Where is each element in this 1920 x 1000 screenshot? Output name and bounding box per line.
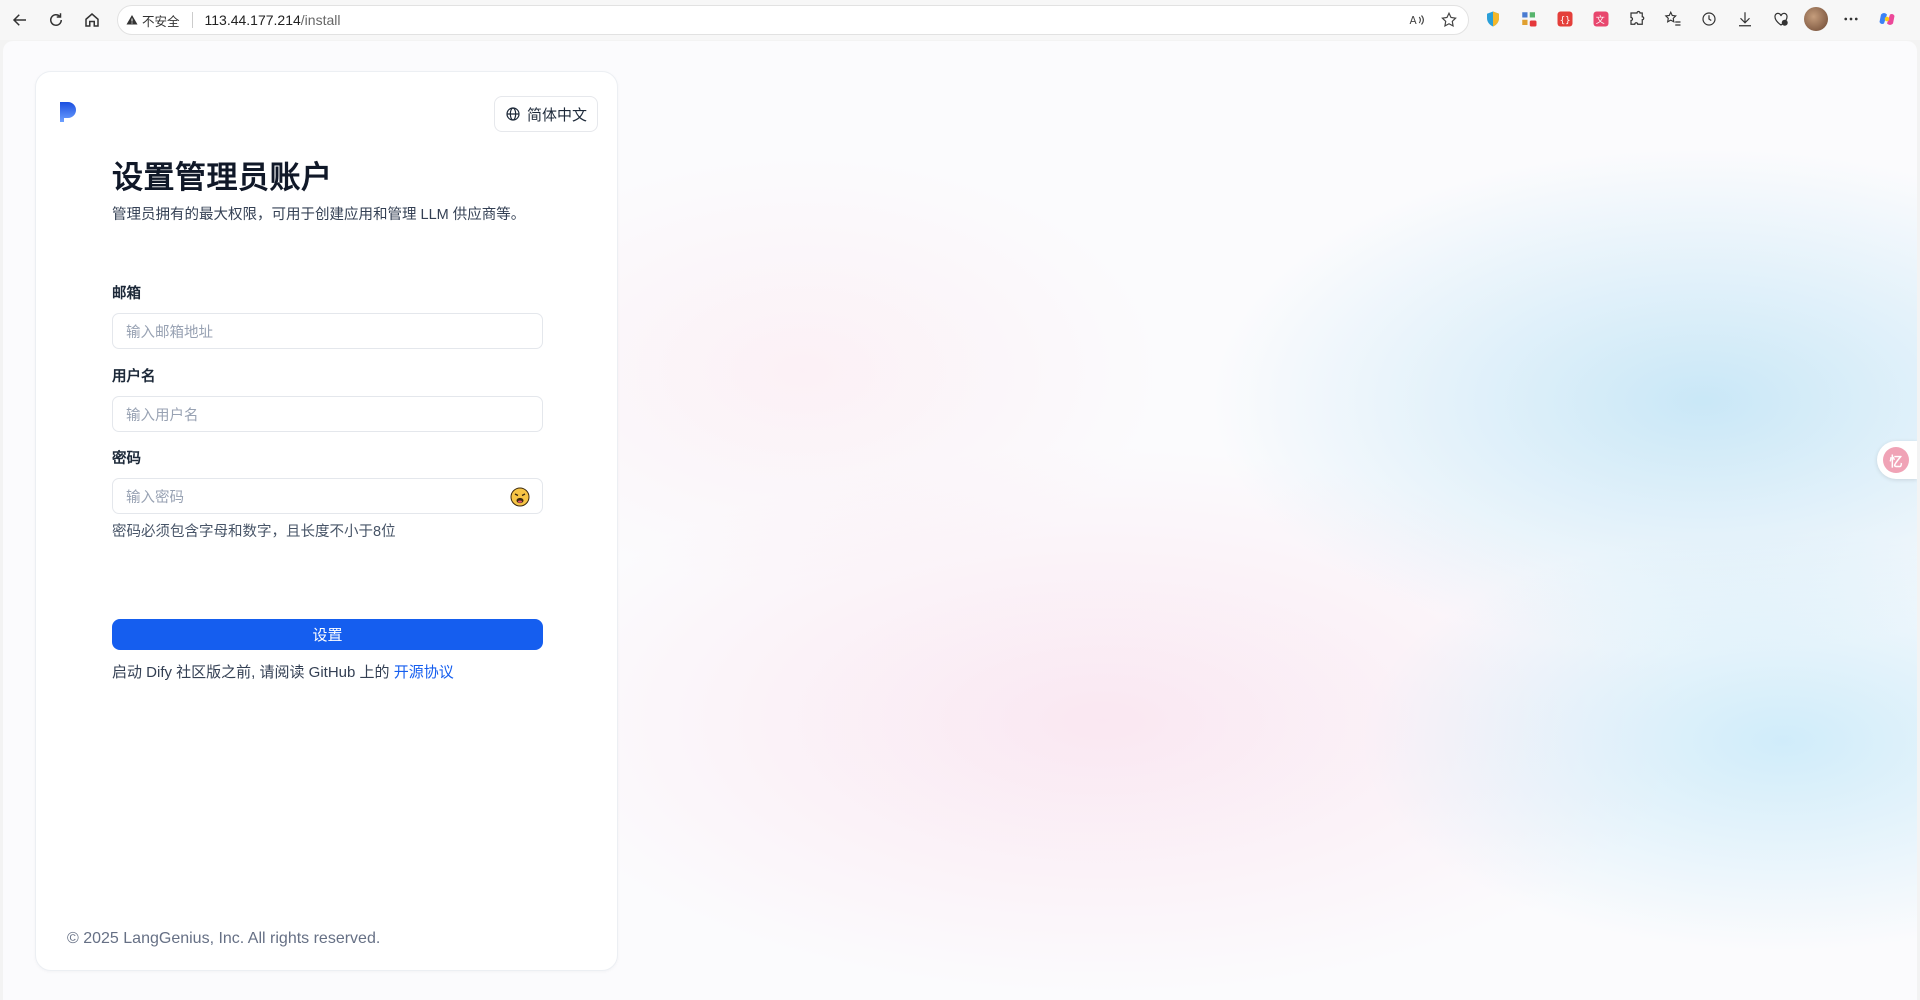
username-field[interactable]: 输入用户名 [112,396,543,432]
favorites-list-icon [1664,10,1681,26]
warning-icon [126,15,138,25]
username-placeholder: 输入用户名 [126,407,199,424]
extension-translate-button[interactable]: 文 [1588,6,1614,32]
address-bar[interactable]: 不安全 113.44.177.214 /install A [117,5,1469,35]
back-button[interactable] [2,2,38,38]
extensions-button[interactable] [1624,6,1650,32]
read-aloud-icon[interactable]: A [1408,11,1426,29]
page-subtitle: 管理员拥有的最大权限，可用于创建应用和管理 LLM 供应商等。 [112,207,526,223]
language-label: 简体中文 [527,106,588,124]
reload-button[interactable] [38,2,74,38]
code-brackets-icon: {} [1557,11,1573,27]
extension-red-button[interactable]: {} [1552,6,1578,32]
password-hint: 密码必须包含字母和数字，且长度不小于8位 [112,524,396,540]
shield-icon [1487,11,1499,27]
license-text: 启动 Dify 社区版之前, 请阅读 GitHub 上的 [112,664,394,681]
extensions-toolbar: {} 文 [1480,6,1900,32]
download-icon [1739,12,1751,27]
heart-pulse-icon [1774,12,1788,26]
extension-grid-button[interactable] [1516,6,1542,32]
copyright-text: © 2025 LangGenius, Inc. All rights reser… [67,930,381,947]
history-clock-icon [1702,12,1716,26]
svg-text:文: 文 [1596,14,1605,26]
username-label: 用户名 [112,369,156,385]
translate-icon: 文 [1593,11,1609,27]
license-link[interactable]: 开源协议 [394,664,454,681]
email-placeholder: 输入邮箱地址 [126,324,213,341]
globe-icon [506,107,520,121]
password-label: 密码 [112,451,141,467]
extension-shield-button[interactable] [1480,6,1506,32]
email-block: 邮箱 输入邮箱地址 [112,282,543,349]
favorites-button[interactable] [1660,6,1686,32]
setup-submit-button[interactable]: 设置 [112,619,543,650]
language-selector[interactable]: 简体中文 [494,96,599,132]
reload-icon [50,13,62,26]
performance-button[interactable] [1768,6,1794,32]
username-block: 用户名 输入用户名 [112,365,543,432]
side-widget-icon: 忆 [1883,447,1909,473]
apps-grid-icon [1522,12,1537,27]
browser-toolbar: 不安全 113.44.177.214 /install A {} 文 [0,0,1920,40]
password-placeholder: 输入密码 [126,489,184,506]
home-button[interactable] [74,2,110,38]
profile-avatar[interactable] [1804,7,1828,31]
svg-text:{}: {} [1560,16,1571,26]
svg-text:A: A [1410,15,1418,27]
show-password-emoji-icon[interactable] [510,487,530,507]
copilot-icon [1879,13,1895,25]
favorite-star-icon[interactable] [1440,11,1458,29]
license-notice: 启动 Dify 社区版之前, 请阅读 GitHub 上的 开源协议 [112,661,454,682]
downloads-button[interactable] [1732,6,1758,32]
home-icon [85,13,99,27]
more-menu-button[interactable] [1838,6,1864,32]
email-label: 邮箱 [112,286,141,302]
address-divider [191,12,193,28]
password-field[interactable]: 输入密码 [112,478,543,514]
copilot-button[interactable] [1874,6,1900,32]
dify-logo-icon [60,102,76,122]
security-label: 不安全 [142,14,180,29]
page-viewport: 简体中文 设置管理员账户 管理员拥有的最大权限，可用于创建应用和管理 LLM 供… [3,41,1917,1000]
puzzle-icon [1630,10,1645,25]
page-title: 设置管理员账户 [112,160,333,195]
url-path: /install [300,12,341,28]
install-card: 简体中文 设置管理员账户 管理员拥有的最大权限，可用于创建应用和管理 LLM 供… [35,71,618,971]
security-indicator[interactable]: 不安全 [126,11,180,30]
password-block: 密码 输入密码 密码必须包含字母和数字，且长度不小于8位 [112,447,543,541]
url-host: 113.44.177.214 [204,12,301,28]
arrow-left-icon [12,14,26,26]
email-field[interactable]: 输入邮箱地址 [112,313,543,349]
side-assistant-widget[interactable]: 忆 [1877,441,1917,479]
setup-form: 设置管理员账户 管理员拥有的最大权限，可用于创建应用和管理 LLM 供应商等。 … [112,158,543,681]
more-dots-icon [1844,17,1858,21]
history-button[interactable] [1696,6,1722,32]
